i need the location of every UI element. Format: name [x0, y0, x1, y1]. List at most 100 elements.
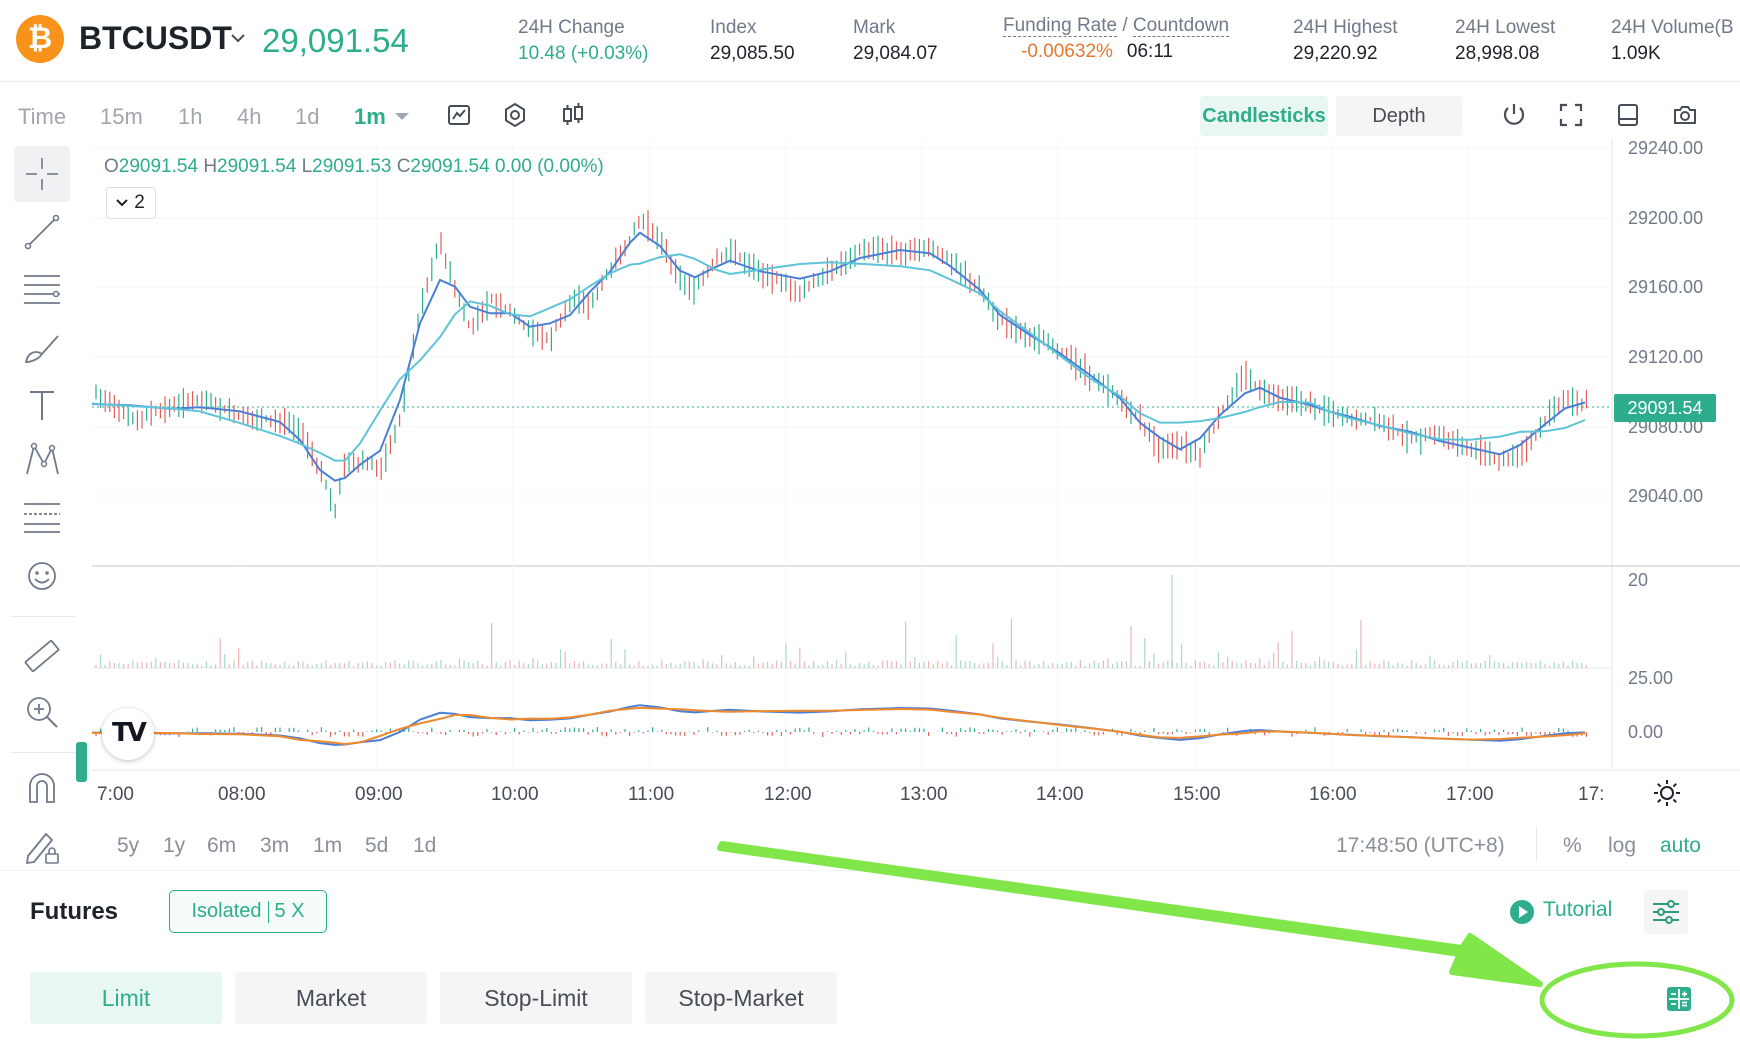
stat-24h-volume: 24H Volume(B 1.09K [1611, 17, 1734, 65]
time-tick-label: 14:00 [1036, 784, 1084, 805]
lock-drawing-icon[interactable] [22, 826, 62, 866]
indicator-icon[interactable] [445, 101, 473, 129]
stat-index: Index 29,085.50 [710, 17, 795, 65]
range-6m[interactable]: 6m [207, 834, 236, 858]
bitcoin-icon: ₿ [16, 15, 64, 63]
symbol-name[interactable]: BTCUSDT [79, 20, 232, 57]
range-5y[interactable]: 5y [117, 834, 139, 858]
label-separator: / [1117, 15, 1133, 36]
stat-value: 1.09K [1611, 43, 1661, 64]
macd-tick-label: 25.00 [1628, 668, 1673, 688]
timeframe-4h[interactable]: 4h [237, 104, 261, 130]
time-tick-label: 13:00 [900, 784, 948, 805]
order-type-market[interactable]: Market [235, 972, 427, 1024]
funding-rate-value: -0.00632% [1021, 41, 1113, 62]
tutorial-link[interactable]: Tutorial [1543, 898, 1612, 922]
range-1y[interactable]: 1y [163, 834, 185, 858]
chevron-down-icon[interactable] [392, 108, 412, 124]
view-candlesticks-button[interactable]: Candlesticks [1200, 96, 1328, 136]
time-tick-label: 16:00 [1309, 784, 1357, 805]
time-tick-label: 09:00 [355, 784, 403, 805]
order-type-limit[interactable]: Limit [30, 972, 222, 1024]
price-chart[interactable]: 29240.0029200.0029160.0029120.0029080.00… [0, 138, 1740, 818]
price-tick-label: 29200.00 [1628, 208, 1703, 228]
countdown-label[interactable]: Countdown [1132, 15, 1230, 37]
current-price-tag: 29091.54 [1614, 394, 1716, 422]
chart-clock: 17:48:50 (UTC+8) [1336, 834, 1505, 857]
candles [95, 210, 1588, 519]
price-tick-label: 29160.00 [1628, 277, 1703, 297]
timeframe-15m[interactable]: 15m [100, 104, 143, 130]
tradingview-logo-icon: TV [112, 718, 147, 748]
stat-label: 24H Highest [1293, 17, 1398, 38]
auto-scale-toggle[interactable]: auto [1660, 834, 1701, 858]
ohlc-close-label: C [396, 156, 411, 177]
tradingview-logo[interactable]: TV [102, 708, 154, 760]
margin-leverage-button[interactable]: Isolated 5 X [169, 890, 327, 933]
calculator-icon[interactable] [1666, 986, 1692, 1012]
view-depth-button[interactable]: Depth [1336, 96, 1462, 136]
chart-settings-icon[interactable] [1652, 778, 1682, 808]
ohlc-open-label: O [104, 156, 119, 177]
percent-scale-toggle[interactable]: % [1563, 834, 1582, 858]
play-icon[interactable] [1510, 900, 1534, 924]
timeframe-1h[interactable]: 1h [178, 104, 202, 130]
gear-icon[interactable] [501, 101, 529, 129]
chevron-down-icon[interactable] [230, 28, 246, 48]
stat-label: 24H Volume(B [1611, 17, 1734, 38]
range-5d[interactable]: 5d [365, 834, 388, 858]
fullscreen-icon[interactable] [1557, 101, 1585, 129]
macd-tick-label: 0.00 [1628, 722, 1663, 742]
time-tick-label: 12:00 [764, 784, 812, 805]
stat-label: 24H Lowest [1455, 17, 1556, 38]
volume-tick-label: 20 [1628, 570, 1648, 590]
countdown-value: 06:11 [1126, 41, 1174, 62]
leverage: 5 X [274, 900, 305, 922]
stat-24h-high: 24H Highest 29,220.92 [1293, 17, 1398, 65]
stat-24h-low: 24H Lowest 28,998.08 [1455, 17, 1555, 65]
time-tick-label: 11:00 [628, 784, 674, 805]
range-divider [1536, 826, 1537, 862]
candlestick-icon[interactable] [559, 101, 587, 129]
last-price: 29,091.54 [262, 22, 409, 59]
stat-mark: Mark 29,084.07 [853, 17, 938, 65]
margin-mode: Isolated [191, 900, 262, 922]
funding-rate-label[interactable]: Funding Rate [1003, 15, 1118, 37]
camera-icon[interactable] [1671, 101, 1699, 129]
timeframe-time[interactable]: Time [18, 104, 66, 130]
ohlc-legend: O29091.54 H29091.54 L29091.53 C29091.54 … [104, 156, 604, 178]
time-tick-label: 15:00 [1173, 784, 1221, 805]
stat-value: 29,220.92 [1293, 43, 1378, 64]
range-3m[interactable]: 3m [260, 834, 289, 858]
stat-value: 29,084.07 [853, 43, 938, 64]
stat-value: 10.48 (+0.03%) [518, 43, 649, 64]
macd-signal-line [91, 706, 1586, 746]
toolbar-collapse-handle[interactable] [76, 742, 87, 782]
layout-icon[interactable] [1614, 101, 1642, 129]
ticker-header: ₿ BTCUSDT 29,091.54 24H Change 10.48 (+0… [0, 0, 1740, 82]
timeframe-1m[interactable]: 1m [354, 104, 386, 130]
stat-label: 24H Change [518, 17, 625, 38]
ohlc-close: 29091.54 [410, 156, 490, 177]
order-type-stop-limit[interactable]: Stop-Limit [440, 972, 632, 1024]
stat-value: 28,998.08 [1455, 43, 1540, 64]
time-tick-label: 08:00 [218, 784, 266, 805]
order-settings-icon[interactable] [1644, 890, 1688, 934]
ohlc-change: 0.00 (0.00%) [494, 156, 604, 177]
timeframe-1d[interactable]: 1d [295, 104, 319, 130]
log-scale-toggle[interactable]: log [1608, 834, 1636, 858]
futures-title: Futures [30, 898, 119, 925]
stat-funding: Funding Rate / Countdown -0.00632% 06:11 [1003, 15, 1230, 63]
order-type-stop-market[interactable]: Stop-Market [645, 972, 837, 1024]
ohlc-low: 29091.53 [312, 156, 392, 177]
ohlc-high-label: H [203, 156, 218, 177]
time-tick-label: 17:00 [1446, 784, 1494, 805]
power-icon[interactable] [1499, 100, 1529, 130]
price-tick-label: 29040.00 [1628, 486, 1703, 506]
stat-24h-change: 24H Change 10.48 (+0.03%) [518, 17, 648, 65]
range-1m[interactable]: 1m [313, 834, 342, 858]
time-tick-label: 17: [1578, 784, 1604, 805]
time-tick-label: 10:00 [491, 784, 539, 805]
range-1d[interactable]: 1d [413, 834, 436, 858]
indicator-toggle[interactable]: 2 [106, 187, 156, 219]
